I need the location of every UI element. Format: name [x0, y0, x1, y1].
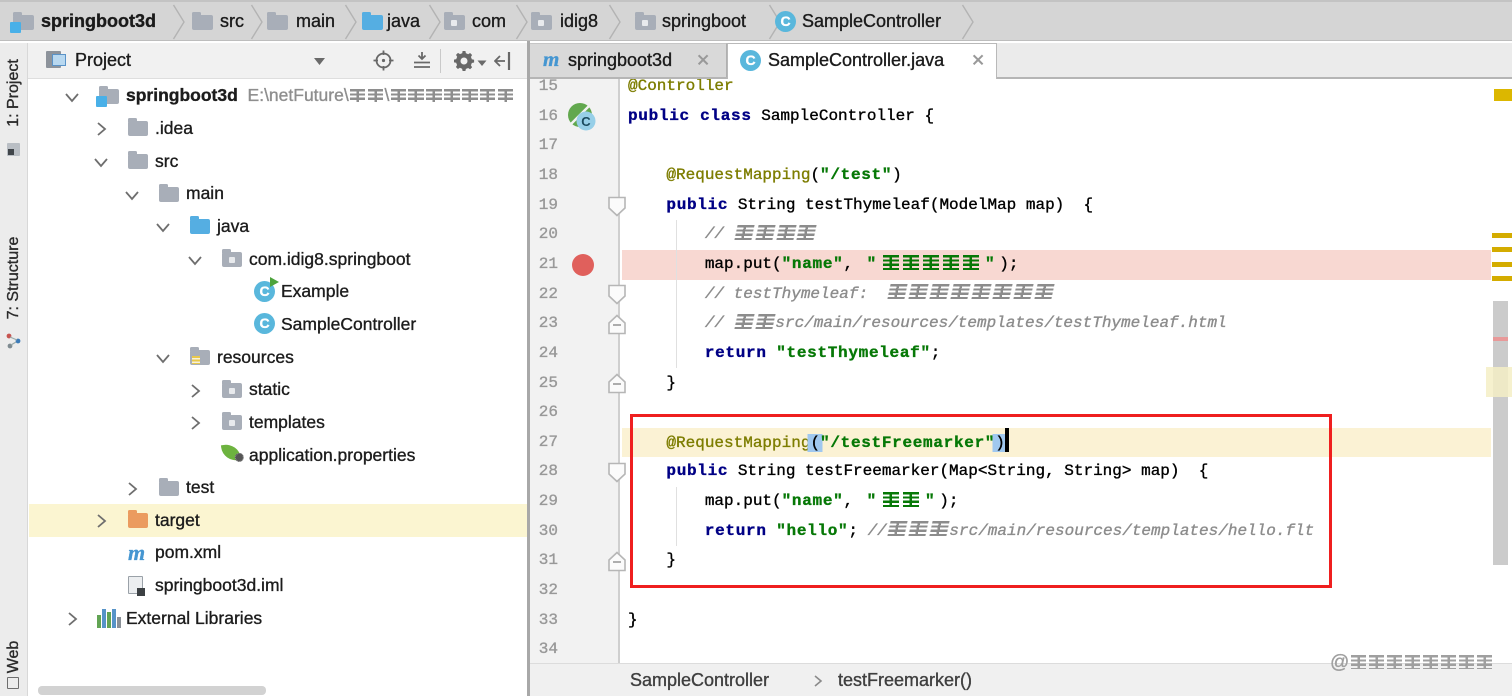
svg-text:C: C [581, 114, 591, 129]
